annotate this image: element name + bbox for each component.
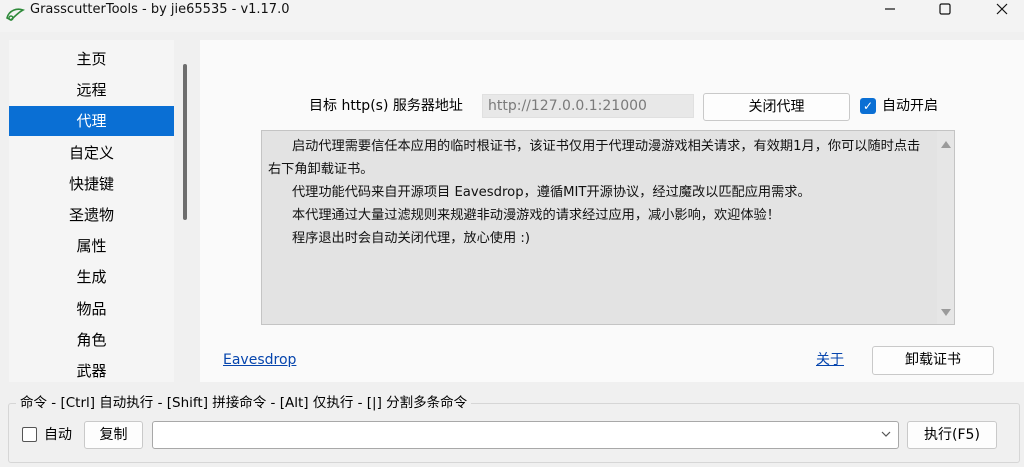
sidebar-item[interactable]: 角色 (9, 325, 174, 355)
sidebar-item[interactable]: 圣遗物 (9, 200, 174, 230)
copy-button[interactable]: 复制 (84, 421, 143, 449)
autostart-label: 自动开启 (882, 98, 938, 114)
close-button[interactable] (979, 0, 1024, 18)
sidebar-nav: 主页 远程 代理 自定义 快捷键 圣遗物 属性 生成 物品 角色 武器 (9, 40, 174, 382)
info-line: 程序退出时会自动关闭代理，放心使用 :) (292, 231, 530, 246)
sidebar-item[interactable]: 快捷键 (9, 169, 174, 199)
scroll-up-arrow-icon[interactable] (941, 141, 951, 148)
sidebar-item[interactable]: 生成 (9, 262, 174, 292)
command-input[interactable] (153, 422, 873, 448)
minimize-button[interactable] (867, 0, 913, 18)
app-logo-icon (6, 8, 25, 21)
title-bar: GrasscutterTools - by jie65535 - v1.17.0 (0, 0, 1024, 32)
target-server-input[interactable] (482, 94, 694, 118)
autostart-checkbox[interactable]: ✓ (860, 98, 876, 114)
sidebar-item[interactable]: 物品 (9, 294, 174, 324)
close-icon (996, 3, 1008, 15)
info-scrollbar[interactable] (937, 131, 954, 324)
sidebar-item[interactable]: 主页 (9, 44, 174, 74)
auto-execute-label: 自动 (44, 427, 72, 443)
about-link[interactable]: 关于 (816, 350, 844, 370)
command-legend: 命令 - [Ctrl] 自动执行 - [Shift] 拼接命令 - [Alt] … (16, 394, 472, 412)
target-server-label: 目标 http(s) 服务器地址 (309, 98, 463, 114)
eavesdrop-link[interactable]: Eavesdrop (223, 350, 296, 370)
maximize-button[interactable] (922, 0, 968, 18)
window-title: GrasscutterTools - by jie65535 - v1.17.0 (30, 2, 290, 17)
sidebar-item[interactable]: 远程 (9, 75, 174, 105)
proxy-info-textbox[interactable]: 启动代理需要信任本应用的临时根证书，该证书仅用于代理动漫游戏相关请求，有效期1月… (261, 130, 955, 325)
sidebar-scrollbar-thumb[interactable] (183, 64, 187, 220)
info-line: 启动代理需要信任本应用的临时根证书，该证书仅用于代理动漫游戏相关请求，有效期1月… (268, 139, 921, 177)
execute-button[interactable]: 执行(F5) (907, 421, 997, 449)
sidebar-item[interactable]: 代理 (9, 106, 174, 137)
command-combobox[interactable] (152, 421, 899, 449)
proxy-info-text: 启动代理需要信任本应用的临时根证书，该证书仅用于代理动漫游戏相关请求，有效期1月… (268, 135, 933, 250)
close-proxy-button[interactable]: 关闭代理 (703, 93, 850, 121)
minimize-icon (885, 8, 895, 10)
info-line: 代理功能代码来自开源项目 Eavesdrop，遵循MIT开源协议，经过魔改以匹配… (292, 185, 811, 200)
scroll-down-arrow-icon[interactable] (941, 309, 951, 316)
sidebar-item[interactable]: 武器 (9, 356, 174, 386)
info-line: 本代理通过大量过滤规则来规避非动漫游戏的请求经过应用，减小影响，欢迎体验！ (292, 208, 780, 223)
auto-execute-checkbox[interactable] (22, 427, 37, 442)
chevron-down-icon[interactable] (880, 428, 892, 440)
sidebar-item[interactable]: 自定义 (9, 138, 174, 168)
maximize-icon (939, 3, 951, 15)
sidebar-item[interactable]: 属性 (9, 231, 174, 261)
uninstall-certificate-button[interactable]: 卸载证书 (872, 346, 994, 375)
